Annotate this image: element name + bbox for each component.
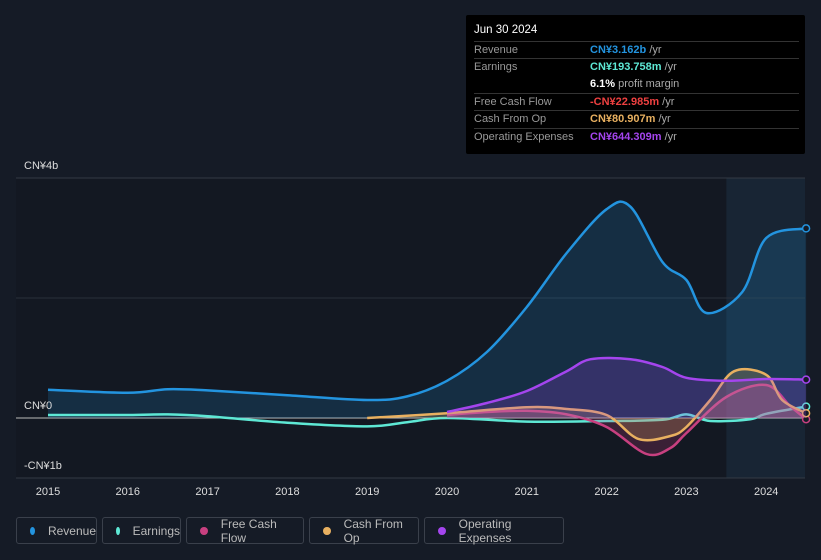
tooltip-label: Earnings [474,61,518,74]
x-tick-label: 2018 [275,486,299,498]
x-tick-label: 2015 [36,486,60,498]
tooltip-date: Jun 30 2024 [474,24,538,36]
legend-revenue[interactable]: Revenue [16,517,97,544]
legend-label: Free Cash Flow [220,516,277,545]
x-tick-label: 2022 [594,486,618,498]
tooltip-row: Earnings CN¥193.758m /yr [474,58,799,76]
tooltip-value: CN¥193.758m /yr [590,61,677,74]
legend-label: Earnings [132,523,180,538]
tooltip-value: CN¥644.309m /yr [590,130,677,143]
legend-dot [116,526,120,535]
x-tick-label: 2020 [435,486,459,498]
legend-dot [30,526,35,535]
legend-dot [323,526,331,535]
revenue-end-marker [801,224,811,233]
tooltip-label: Free Cash Flow [474,95,552,108]
x-tick-label: 2016 [116,486,140,498]
tooltip-value: -CN¥22.985m /yr [590,95,675,108]
x-tick-label: 2021 [515,486,539,498]
legend-label: Operating Expenses [458,516,512,545]
x-tick-label: 2019 [355,486,379,498]
tooltip-row: Free Cash Flow -CN¥22.985m /yr [474,92,799,111]
y-tick-label: -CN¥1b [24,460,62,472]
legend-label: Cash From Op [343,516,403,545]
tooltip-value: CN¥80.907m /yr [590,113,671,126]
tooltip: Jun 30 2024 Revenue CN¥3.162b /yr Earnings… [466,15,805,154]
tooltip-label: Revenue [474,44,519,56]
tooltip-row: Revenue CN¥3.162b /yr [474,41,799,59]
legend-label: Revenue [47,523,96,538]
legend-dot [200,526,208,535]
tooltip-row: Cash From Op CN¥80.907m /yr [474,110,799,128]
legend-earnings[interactable]: Earnings [102,517,181,544]
tooltip-row: Operating Expenses CN¥644.309m /yr [474,127,799,146]
tooltip-value: 6.1% profit margin [590,77,680,90]
tooltip-label: Cash From Op [474,113,547,126]
legend-free-cash-flow[interactable]: Free Cash Flow [186,516,304,545]
x-tick-label: 2024 [754,486,778,498]
operating-expenses-end-marker [801,375,811,384]
tooltip-row: 6.1% profit margin [474,76,799,93]
y-tick-label: CN¥4b [24,160,59,172]
x-tick-label: 2023 [674,486,698,498]
legend-dot [438,526,446,535]
tooltip-label: Operating Expenses [474,130,574,143]
x-tick-label: 2017 [195,486,219,498]
legend-operating-expenses[interactable]: Operating Expenses [424,516,564,545]
y-tick-label: CN¥0 [24,400,53,412]
tooltip-value: CN¥3.162b /yr [590,44,662,56]
legend-cash-from-op[interactable]: Cash From Op [309,516,419,545]
